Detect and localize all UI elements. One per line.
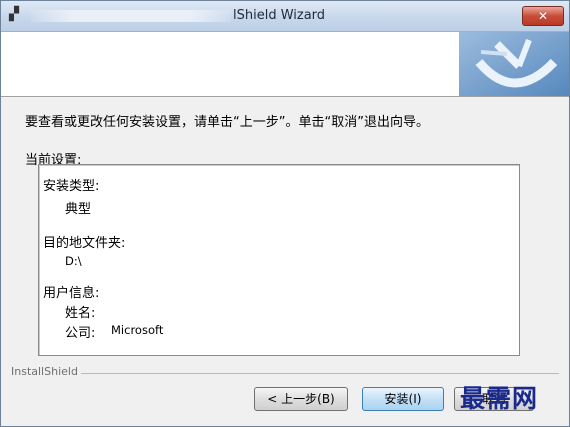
close-icon: ✕ (537, 9, 549, 23)
back-button[interactable]: < 上一步(B) (254, 387, 348, 411)
install-type-value: 典型 (65, 202, 92, 217)
footer-divider (81, 373, 559, 374)
install-button[interactable]: 安装(I) (362, 387, 444, 411)
title-blur (31, 10, 231, 22)
installshield-logo-icon (459, 32, 569, 96)
settings-summary-box[interactable]: 安装类型: 典型 目的地文件夹: D:\ 用户信息: 姓名: 公司: Micro… (38, 164, 520, 356)
destination-folder-label: 目的地文件夹: (43, 236, 126, 251)
app-icon: ▞ (9, 7, 19, 22)
company-label: 公司: (65, 326, 96, 341)
destination-folder-value: D:\ (65, 254, 82, 268)
company-value: Microsoft (111, 323, 164, 337)
close-button[interactable]: ✕ (522, 6, 564, 26)
window-title: lShield Wizard (233, 8, 326, 23)
header-banner (1, 32, 569, 97)
watermark-logo: 最需网 (460, 384, 539, 413)
user-name-label: 姓名: (65, 306, 96, 321)
install-type-label: 安装类型: (43, 179, 100, 194)
user-info-label: 用户信息: (43, 286, 100, 301)
installshield-wizard-window: ▞ lShield Wizard ✕ 要查看或更改任何安装设置，请单击“上一步”… (0, 0, 570, 427)
instruction-text: 要查看或更改任何安装设置，请单击“上一步”。单击“取消”退出向导。 (25, 115, 429, 130)
installshield-brand-label: InstallShield (11, 365, 78, 378)
title-bar: ▞ lShield Wizard ✕ (1, 1, 569, 32)
